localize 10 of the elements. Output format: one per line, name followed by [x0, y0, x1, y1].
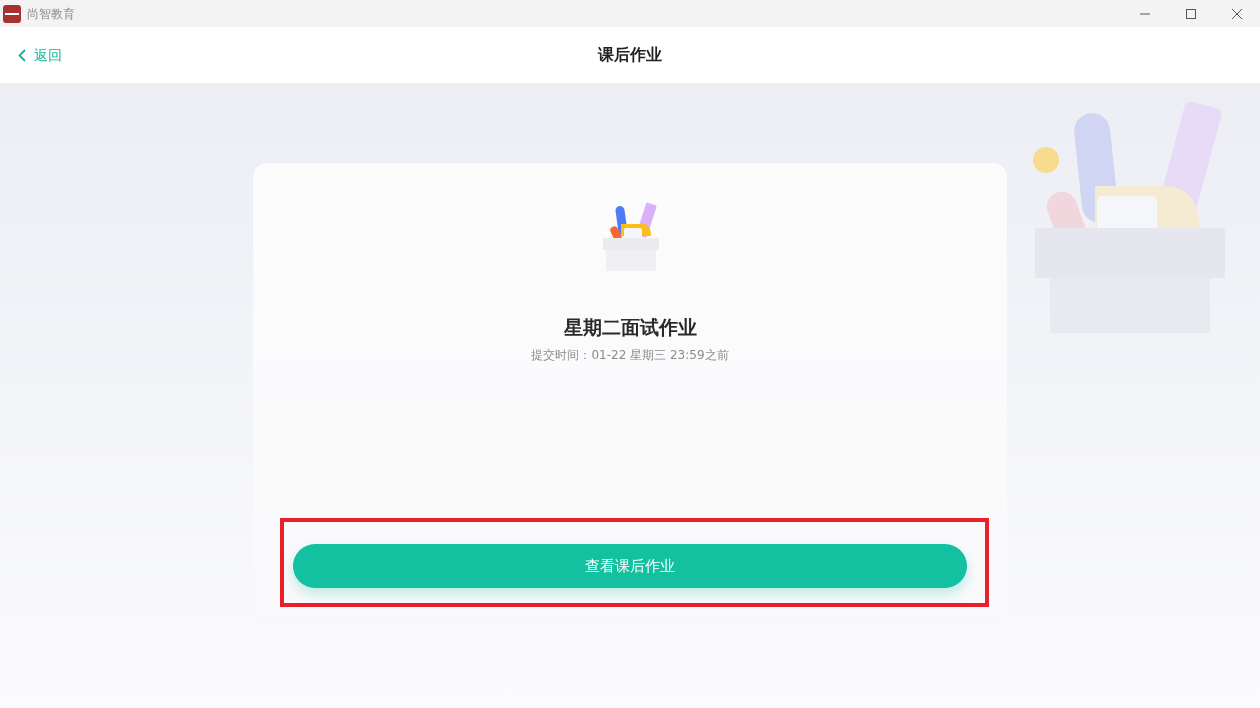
- homework-title: 星期二面试作业: [563, 315, 697, 340]
- deadline-text: 提交时间：01-22 星期三 23:59之前: [531, 346, 729, 364]
- window-title: 尚智教育: [27, 5, 75, 23]
- maximize-icon: [1186, 8, 1196, 19]
- page-title: 课后作业: [598, 44, 662, 66]
- chevron-left-icon: [18, 48, 26, 62]
- view-homework-button[interactable]: 查看课后作业: [293, 544, 967, 588]
- close-icon: [1232, 8, 1242, 19]
- back-button[interactable]: 返回: [18, 44, 62, 66]
- app-logo-icon: [3, 4, 21, 23]
